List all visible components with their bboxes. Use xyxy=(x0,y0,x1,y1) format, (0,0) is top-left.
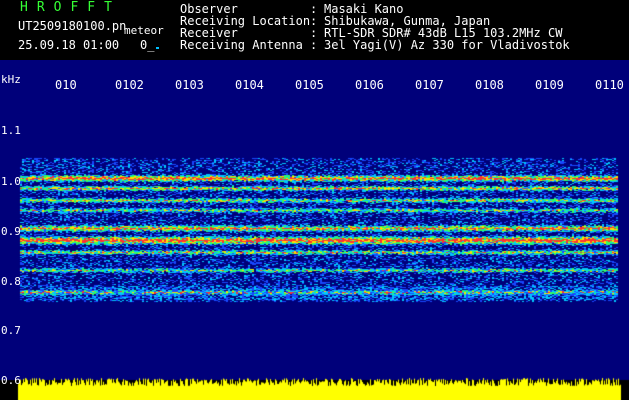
y-tick-label: 1.0 xyxy=(1,175,21,188)
station-info: Observer: Masaki Kano Receiving Location:… xyxy=(180,3,570,51)
meteor-label: meteor xyxy=(124,24,164,37)
x-tick-label: 0107 xyxy=(415,78,444,92)
app-title: HROFFT xyxy=(20,0,121,15)
y-axis-unit: kHz xyxy=(1,73,21,86)
y-tick-label: 0.9 xyxy=(1,225,21,238)
y-tick-label: 0.7 xyxy=(1,324,21,337)
x-tick-label: 0110 xyxy=(595,78,624,92)
x-tick-label: 010 xyxy=(55,78,77,92)
y-tick-label: 0.8 xyxy=(1,275,21,288)
timestamp-label: 25.09.18 01:00 xyxy=(18,38,120,52)
x-tick-label: 0109 xyxy=(535,78,564,92)
filename-label: UT2509180100.pn xyxy=(18,19,127,33)
spectrogram-canvas xyxy=(0,60,629,400)
indicator-dot xyxy=(156,47,159,49)
frame-label: 0_ xyxy=(140,38,155,52)
x-tick-label: 0102 xyxy=(115,78,144,92)
y-tick-label: 0.6 xyxy=(1,374,21,387)
x-tick-label: 0103 xyxy=(175,78,204,92)
x-tick-label: 0105 xyxy=(295,78,324,92)
x-tick-label: 0104 xyxy=(235,78,264,92)
x-tick-label: 0108 xyxy=(475,78,504,92)
header-panel: HROFFT UT2509180100.pn meteor 25.09.18 0… xyxy=(0,0,629,60)
info-row-antenna: Receiving Antenna:3el Yagi(V) Az 330 for… xyxy=(180,38,570,52)
x-tick-label: 0106 xyxy=(355,78,384,92)
y-tick-label: 1.1 xyxy=(1,124,21,137)
